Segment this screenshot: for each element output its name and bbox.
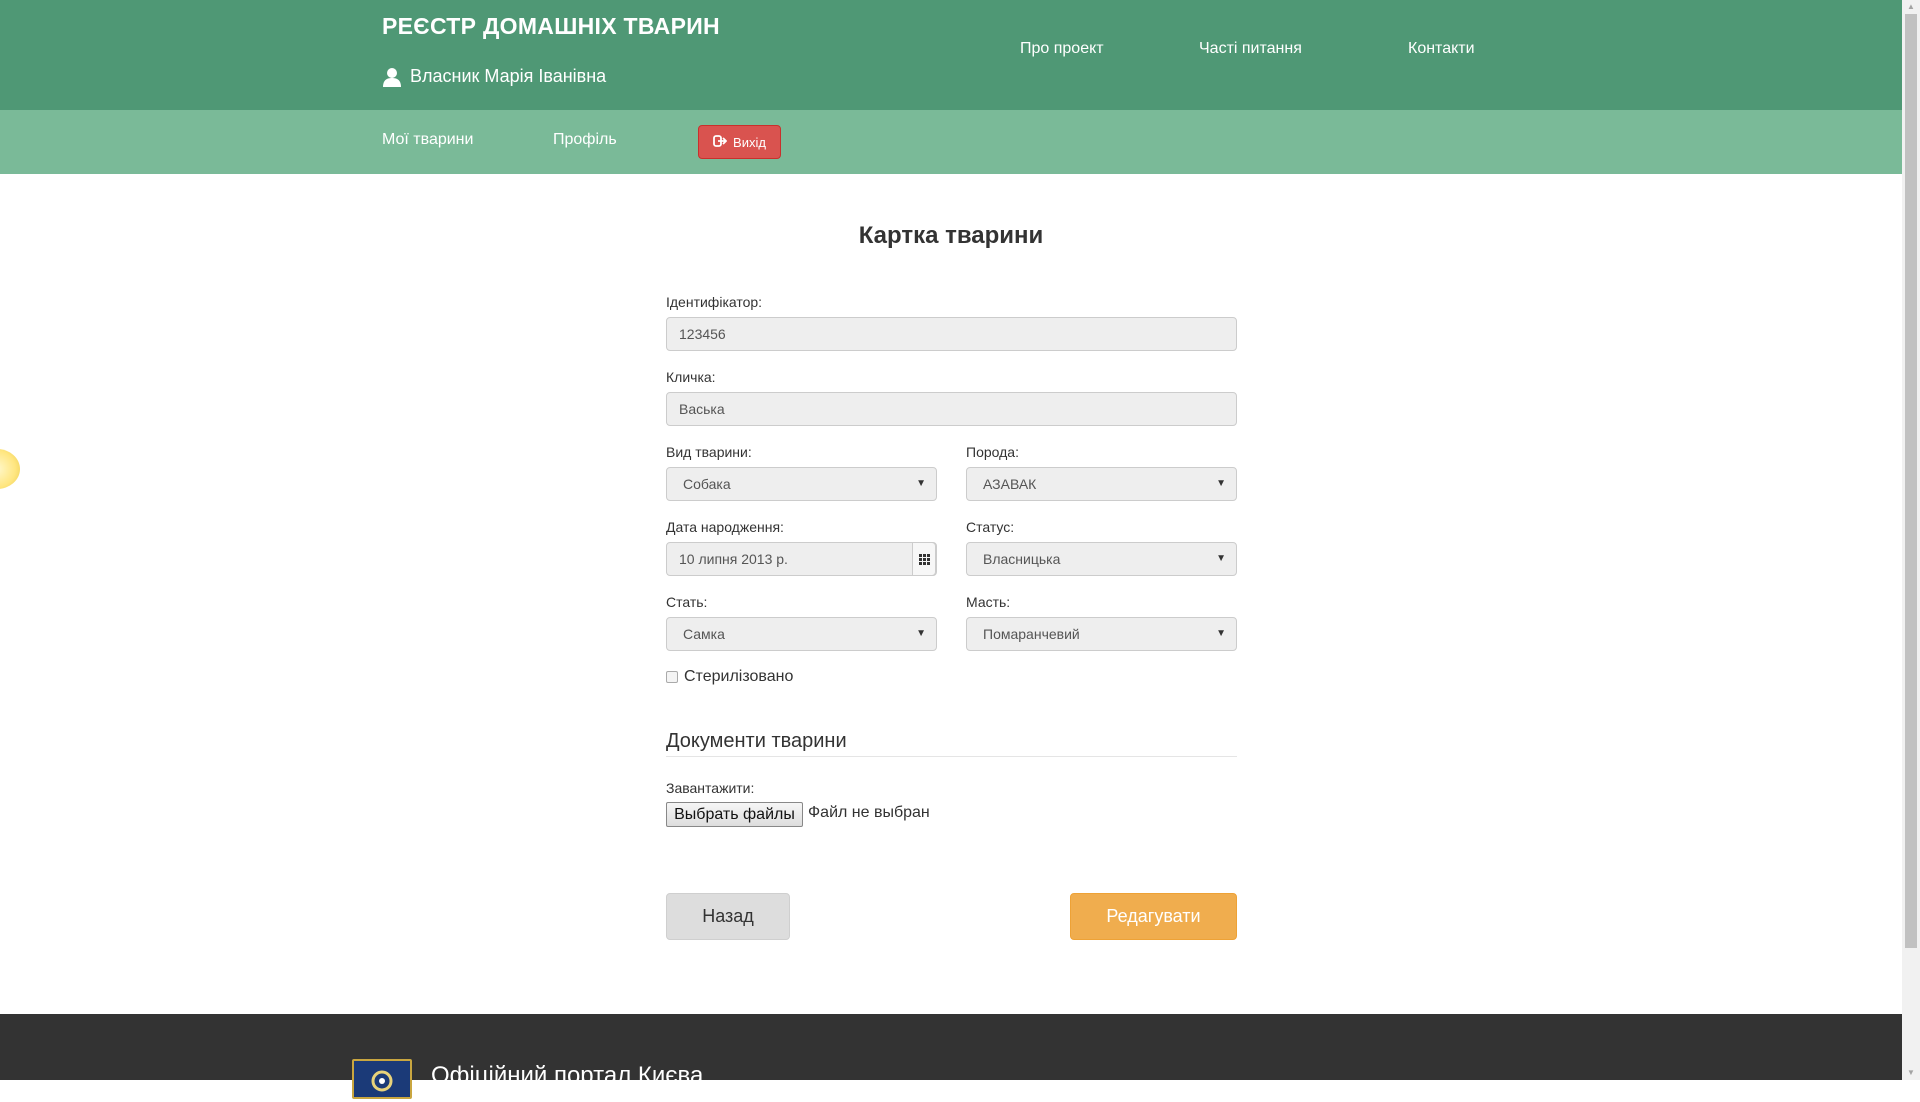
chevron-down-icon: ▼ [1216, 628, 1226, 639]
chevron-down-icon: ▼ [916, 628, 926, 639]
documents-divider [666, 756, 1237, 757]
user-info: Власник Марія Іванівна [382, 66, 606, 87]
sex-select[interactable]: Самка ▼ [666, 617, 937, 651]
user-name: Власник Марія Іванівна [410, 66, 607, 86]
scrollbar-thumb[interactable] [1905, 14, 1917, 948]
sterilized-row: Стерилізовано [666, 668, 793, 686]
choose-files-button[interactable]: Выбрать файлы [666, 802, 803, 827]
page-title: Картка тварини [858, 222, 1044, 249]
calendar-icon[interactable] [912, 542, 936, 576]
sex-label: Стать: [666, 594, 708, 610]
chevron-down-icon: ▼ [916, 478, 926, 489]
header-bar [0, 0, 1902, 110]
breed-select[interactable]: АЗАВАК ▼ [966, 467, 1237, 501]
footer [0, 1014, 1902, 1080]
breed-value: АЗАВАК [983, 476, 1037, 492]
scroll-down-arrow-icon[interactable]: ▼ [1902, 1066, 1920, 1080]
subnav-my-animals[interactable]: Мої тварини [382, 131, 473, 149]
status-select[interactable]: Власницька ▼ [966, 542, 1237, 576]
sub-navigation [0, 110, 1902, 174]
kyiv-logo-icon[interactable] [352, 1059, 412, 1099]
documents-title: Документи тварини [666, 730, 847, 752]
scroll-up-arrow-icon[interactable]: ▲ [1902, 0, 1920, 14]
status-label: Статус: [966, 519, 1015, 535]
status-value: Власницька [983, 551, 1061, 567]
sterilized-checkbox[interactable] [666, 671, 678, 683]
birth-date-value: 10 липня 2013 р. [679, 551, 788, 567]
nav-link-about[interactable]: Про проект [1020, 40, 1104, 58]
logout-label: Вихід [733, 134, 766, 150]
subnav-profile[interactable]: Профіль [553, 131, 617, 149]
user-icon [382, 67, 402, 87]
site-title[interactable]: РЕЄСТР ДОМАШНІХ ТВАРИН [382, 13, 720, 40]
sex-value: Самка [683, 626, 725, 642]
chevron-down-icon: ▼ [1216, 553, 1226, 564]
logout-button[interactable]: Вихід [698, 125, 781, 159]
edit-button[interactable]: Редагувати [1070, 893, 1237, 940]
name-label: Кличка: [666, 369, 716, 385]
color-label: Масть: [966, 594, 1011, 610]
birth-date-field[interactable]: 10 липня 2013 р. [666, 542, 937, 576]
upload-label: Завантажити: [666, 780, 755, 796]
id-field[interactable]: 123456 [666, 317, 1237, 351]
species-select[interactable]: Собака ▼ [666, 467, 937, 501]
sign-out-icon [713, 134, 728, 150]
sterilized-label: Стерилізовано [684, 668, 794, 685]
species-value: Собака [683, 476, 731, 492]
color-select[interactable]: Помаранчевий ▼ [966, 617, 1237, 651]
back-button[interactable]: Назад [666, 893, 790, 940]
file-status: Файл не выбран [808, 804, 930, 821]
breed-label: Порода: [966, 444, 1019, 460]
species-label: Вид тварини: [666, 444, 752, 460]
color-value: Помаранчевий [983, 626, 1080, 642]
birth-date-label: Дата народження: [666, 519, 784, 535]
nav-link-contacts[interactable]: Контакти [1408, 40, 1475, 58]
id-label: Ідентифікатор: [666, 294, 763, 310]
name-field[interactable]: Васька [666, 392, 1237, 426]
chevron-down-icon: ▼ [1216, 478, 1226, 489]
nav-link-faq[interactable]: Часті питання [1199, 40, 1302, 58]
footer-portal-link[interactable]: Офіційний портал Києва [431, 1062, 703, 1090]
edge-glow-icon [0, 449, 20, 489]
